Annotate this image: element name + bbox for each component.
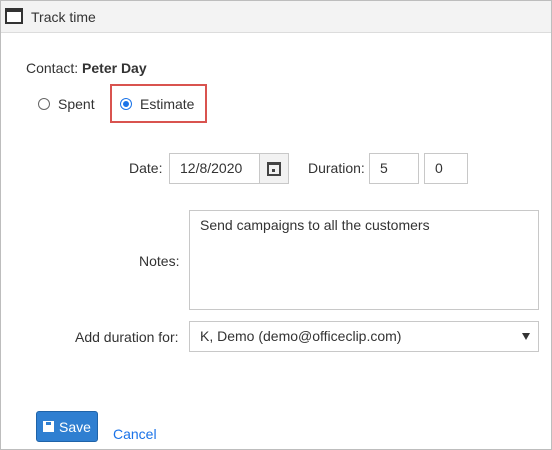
radio-estimate[interactable]: Estimate [120, 94, 194, 114]
add-duration-select[interactable]: K, Demo (demo@officeclip.com) [189, 321, 539, 352]
floppy-disk-icon [43, 421, 55, 432]
radio-estimate-circle[interactable] [120, 98, 132, 110]
add-duration-value: K, Demo (demo@officeclip.com) [200, 328, 402, 344]
date-label: Date: [129, 160, 163, 176]
notes-label: Notes: [139, 253, 180, 269]
cancel-link[interactable]: Cancel [113, 426, 157, 442]
notes-textarea[interactable]: Send campaigns to all the customers [189, 210, 539, 310]
radio-spent[interactable]: Spent [38, 94, 95, 114]
save-button[interactable]: Save [36, 411, 98, 442]
contact-info: Contact: Peter Day [26, 60, 147, 76]
contact-name: Peter Day [82, 60, 147, 76]
radio-spent-label[interactable]: Spent [58, 96, 95, 112]
window-icon [5, 8, 23, 24]
duration-label: Duration: [308, 160, 365, 176]
title-bar: Track time [1, 1, 551, 33]
duration-minutes-input[interactable]: 0 [424, 153, 468, 184]
radio-spent-circle[interactable] [38, 98, 50, 110]
dialog-title: Track time [31, 9, 96, 25]
contact-label: Contact: [26, 60, 79, 76]
date-input[interactable]: 12/8/2020 [169, 153, 260, 184]
track-time-dialog: Track time Contact: Peter Day Spent Esti… [0, 0, 552, 450]
radio-estimate-label[interactable]: Estimate [140, 96, 194, 112]
duration-hours-input[interactable]: 5 [369, 153, 419, 184]
save-button-label: Save [59, 418, 91, 435]
calendar-button[interactable] [259, 153, 289, 184]
calendar-icon [267, 161, 281, 176]
chevron-down-icon [522, 333, 530, 340]
add-duration-label: Add duration for: [75, 329, 179, 345]
